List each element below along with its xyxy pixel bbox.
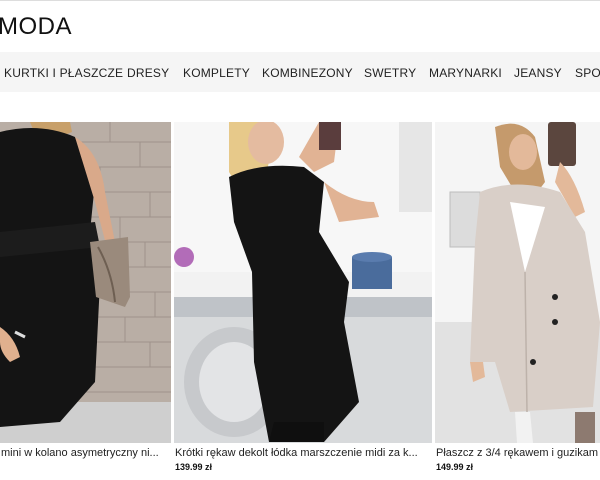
nav-item-kurtki[interactable]: KURTKI I PŁASZCZE xyxy=(4,66,123,80)
nav-item-sport[interactable]: SPO xyxy=(575,66,600,80)
nav-item-komplety[interactable]: KOMPLETY xyxy=(183,66,250,80)
category-nav: KURTKI I PŁASZCZE DRESY KOMPLETY KOMBINE… xyxy=(0,52,600,92)
nav-item-jeansy[interactable]: JEANSY xyxy=(514,66,562,80)
product-image[interactable] xyxy=(174,122,432,443)
product-title[interactable]: Płaszcz z 3/4 rękawem i guzikam xyxy=(436,447,598,459)
product-card[interactable]: Płaszcz z 3/4 rękawem i guzikam 149.99 z… xyxy=(435,122,600,480)
site-header: MODA xyxy=(0,0,600,53)
nav-item-marynarki[interactable]: MARYNARKI xyxy=(429,66,502,80)
product-price: 139.99 zł xyxy=(175,462,213,472)
product-grid: mini w kolano asymetryczny ni... Krótki … xyxy=(0,122,600,480)
product-card[interactable]: Krótki rękaw dekolt łódka marszczenie mi… xyxy=(174,122,432,480)
nav-item-dresy[interactable]: DRESY xyxy=(127,66,169,80)
nav-item-kombinezony[interactable]: KOMBINEZONY xyxy=(262,66,353,80)
product-card[interactable]: mini w kolano asymetryczny ni... xyxy=(0,122,171,480)
product-image[interactable] xyxy=(435,122,600,443)
product-image[interactable] xyxy=(0,122,171,443)
product-title[interactable]: mini w kolano asymetryczny ni... xyxy=(1,447,169,459)
site-logo[interactable]: MODA xyxy=(0,13,72,41)
product-title[interactable]: Krótki rękaw dekolt łódka marszczenie mi… xyxy=(175,447,430,459)
nav-item-swetry[interactable]: SWETRY xyxy=(364,66,416,80)
product-price: 149.99 zł xyxy=(436,462,474,472)
